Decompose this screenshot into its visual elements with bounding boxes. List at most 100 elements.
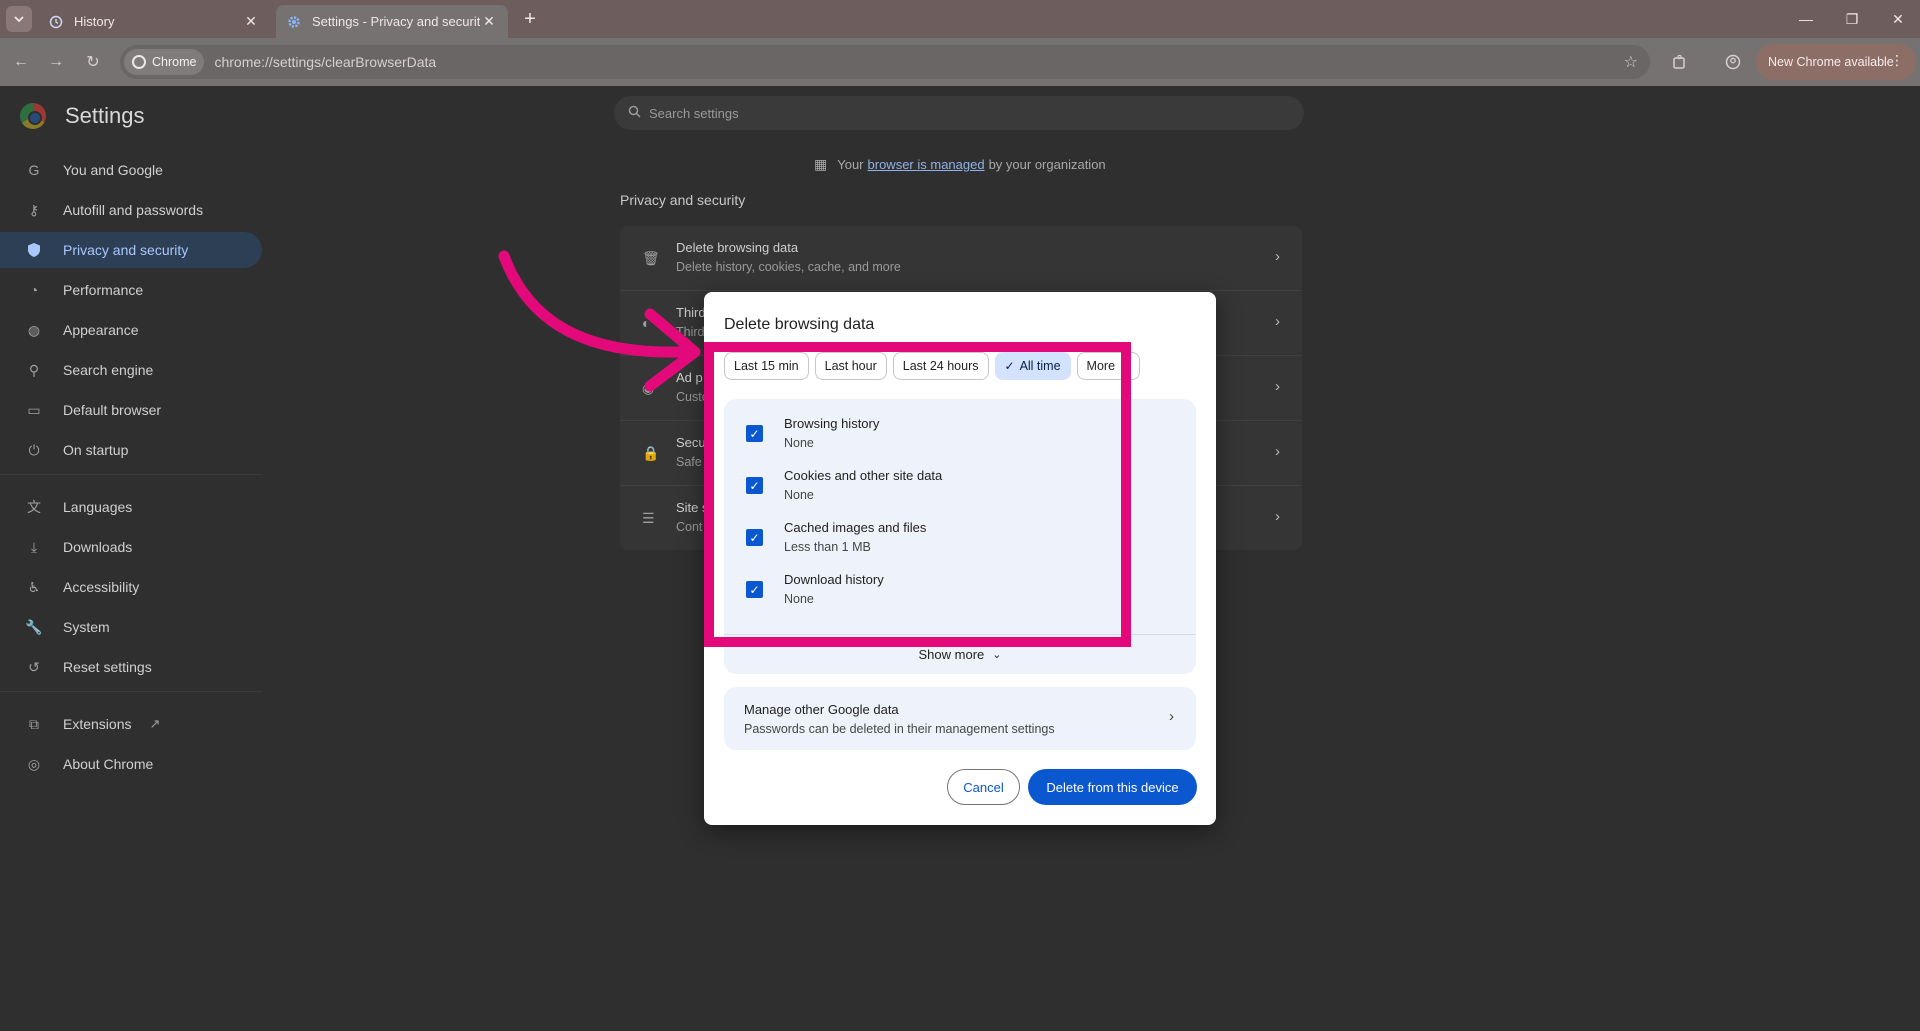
sidebar-item-label: Reset settings — [63, 659, 152, 675]
show-more-button[interactable]: Show more ⌄ — [724, 642, 1196, 666]
address-bar[interactable]: Chrome chrome://settings/clearBrowserDat… — [120, 45, 1650, 79]
tab-search-button[interactable] — [6, 6, 32, 32]
row-subtitle: Third — [676, 325, 705, 339]
option-label: Download history — [784, 572, 884, 587]
ad-icon: ◉ — [642, 380, 655, 396]
checkbox-checked-icon[interactable]: ✓ — [746, 581, 763, 598]
update-button[interactable]: New Chrome available ⋮ — [1756, 44, 1916, 80]
option-browsing-history[interactable]: ✓ Browsing history None — [724, 408, 1196, 460]
managed-link[interactable]: browser is managed — [868, 157, 985, 172]
minimize-icon[interactable]: — — [1786, 4, 1826, 34]
sidebar-item-privacy[interactable]: Privacy and security — [0, 232, 262, 268]
sidebar-item-about[interactable]: ◎ About Chrome — [0, 746, 262, 782]
wrench-icon: 🔧 — [25, 618, 43, 635]
sidebar-item-label: Default browser — [63, 402, 162, 418]
list-divider — [724, 634, 1196, 635]
extensions-icon[interactable] — [1667, 49, 1693, 75]
sidebar-item-downloads[interactable]: ⤓ Downloads — [0, 529, 262, 565]
time-range-chips: Last 15 min Last hour Last 24 hours ✓ All… — [724, 352, 1146, 380]
close-icon[interactable]: ✕ — [242, 13, 260, 31]
chevron-right-icon: › — [1275, 443, 1280, 460]
sidebar-item-label: Downloads — [63, 539, 133, 555]
sidebar-item-system[interactable]: 🔧 System — [0, 609, 262, 645]
chip-label: Chrome — [152, 55, 197, 69]
sidebar-item-performance[interactable]: ◔ Performance — [0, 272, 262, 308]
chevron-down-icon — [14, 16, 24, 23]
sidebar-item-label: You and Google — [63, 162, 163, 178]
sidebar-item-appearance[interactable]: ◍ Appearance — [0, 312, 262, 348]
row-subtitle: Delete history, cookies, cache, and more — [676, 260, 901, 274]
checkbox-checked-icon[interactable]: ✓ — [746, 477, 763, 494]
chevron-down-icon: ⌄ — [992, 648, 1002, 661]
chip-last-hour[interactable]: Last hour — [814, 352, 887, 380]
cancel-button[interactable]: Cancel — [947, 769, 1020, 805]
sidebar-item-default-browser[interactable]: ▭ Default browser — [0, 392, 262, 428]
delete-from-device-button[interactable]: Delete from this device — [1028, 769, 1197, 805]
gear-icon — [286, 14, 302, 30]
option-label: Browsing history — [784, 416, 880, 431]
chip-more[interactable]: More ▼ — [1076, 352, 1140, 380]
url-text[interactable]: chrome://settings/clearBrowserData — [214, 54, 436, 70]
chip-all-time[interactable]: ✓ All time — [994, 352, 1071, 380]
palette-icon: ◍ — [27, 321, 41, 338]
chevron-right-icon: › — [1275, 508, 1280, 525]
chevron-right-icon: › — [1275, 378, 1280, 395]
dialog-title: Delete browsing data — [724, 316, 875, 333]
sidebar-item-label: Performance — [63, 282, 144, 298]
chip-last-24-hours[interactable]: Last 24 hours — [892, 352, 989, 380]
new-tab-button[interactable]: + — [518, 7, 542, 31]
option-cached-images[interactable]: ✓ Cached images and files Less than 1 MB — [724, 512, 1196, 564]
dropdown-arrow-icon: ▼ — [1121, 361, 1130, 371]
search-placeholder: Search settings — [649, 105, 739, 121]
chrome-icon — [132, 55, 146, 69]
profile-icon[interactable] — [1720, 49, 1746, 75]
sidebar-item-label: On startup — [63, 442, 129, 458]
tab-settings[interactable]: Settings - Privacy and security ✕ — [276, 5, 508, 38]
chip-last-15-min[interactable]: Last 15 min — [724, 352, 809, 380]
tab-history[interactable]: History ✕ — [38, 5, 270, 38]
close-window-icon[interactable]: ✕ — [1878, 4, 1918, 34]
site-info-chip[interactable]: Chrome — [124, 49, 205, 75]
menu-dots-icon[interactable]: ⋮ — [1890, 52, 1904, 69]
option-detail: None — [784, 488, 814, 502]
option-label: Cached images and files — [784, 520, 927, 535]
page-title: Settings — [65, 103, 145, 128]
bookmark-star-icon[interactable]: ☆ — [1624, 52, 1638, 72]
sidebar-item-label: Extensions — [63, 716, 132, 732]
sidebar-item-label: Privacy and security — [63, 242, 189, 258]
option-download-history[interactable]: ✓ Download history None — [724, 564, 1196, 616]
option-cookies[interactable]: ✓ Cookies and other site data None — [724, 460, 1196, 512]
sidebar-item-search-engine[interactable]: ⚲ Search engine — [0, 352, 262, 388]
back-icon[interactable]: ← — [8, 49, 34, 75]
shield-icon — [25, 241, 43, 259]
search-input[interactable]: Search settings — [614, 96, 1304, 130]
row-delete-browsing-data[interactable]: 🗑 Delete browsing data Delete history, c… — [620, 226, 1302, 291]
managed-notice: ▦ Your browser is managed by your organi… — [814, 156, 1106, 173]
sidebar-item-reset[interactable]: ↺ Reset settings — [0, 649, 262, 685]
forward-icon[interactable]: → — [43, 49, 69, 75]
google-data-title: Manage other Google data — [744, 702, 899, 717]
manage-google-data-row[interactable]: Manage other Google data Passwords can b… — [724, 687, 1196, 750]
chip-label: Last 15 min — [734, 359, 799, 373]
checkbox-checked-icon[interactable]: ✓ — [746, 529, 763, 546]
sidebar-item-autofill[interactable]: ⚷ Autofill and passwords — [0, 192, 262, 228]
sidebar-item-accessibility[interactable]: ♿ Accessibility — [0, 569, 262, 605]
open-external-icon: ↗ — [149, 716, 161, 731]
sidebar-item-languages[interactable]: 文 Languages — [0, 489, 262, 525]
translate-icon: 文 — [27, 499, 41, 515]
checkbox-checked-icon[interactable]: ✓ — [746, 425, 763, 442]
sidebar-item-on-startup[interactable]: ⏻ On startup — [0, 432, 262, 468]
download-icon: ⤓ — [30, 538, 38, 555]
sidebar-item-extensions[interactable]: ⧉ Extensions ↗ — [0, 706, 262, 742]
reload-icon[interactable]: ↻ — [80, 49, 106, 75]
chrome-icon: ◎ — [27, 755, 41, 772]
lock-icon: 🔒 — [642, 445, 660, 461]
check-icon: ✓ — [1004, 359, 1015, 373]
restore-icon[interactable]: ❐ — [1832, 4, 1872, 34]
sidebar-item-you-and-google[interactable]: G You and Google — [0, 152, 262, 188]
show-more-label: Show more — [918, 646, 985, 662]
data-types-list: ✓ Browsing history None ✓ Cookies and ot… — [724, 399, 1196, 674]
chevron-right-icon: › — [1275, 248, 1280, 265]
close-icon[interactable]: ✕ — [480, 13, 498, 31]
toolbar: ← → ↻ Chrome chrome://settings/clearBrow… — [0, 38, 1920, 86]
